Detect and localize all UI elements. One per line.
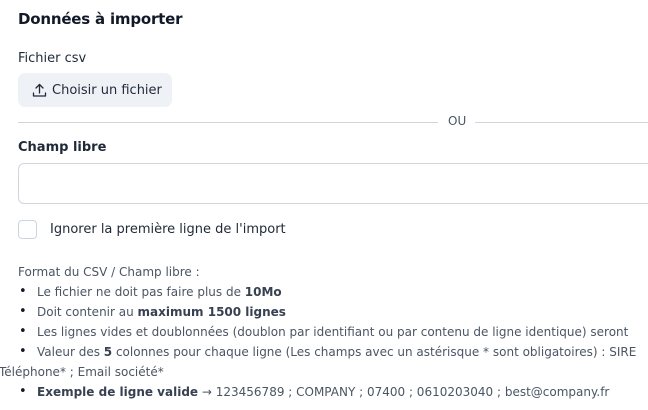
csv-format-help: Format du CSV / Champ libre : Le fichier… (0, 262, 648, 402)
divider-line-left (18, 122, 438, 123)
help-item-duplicates: Les lignes vides et doublonnées (doublon… (18, 322, 648, 342)
help-item-max-size: Le fichier ne doit pas faire plus de 10M… (18, 282, 648, 302)
ignore-first-line-label: Ignorer la première ligne de l'import (50, 222, 286, 237)
section-title: Données à importer (18, 10, 183, 28)
ignore-first-line-row[interactable]: Ignorer la première ligne de l'import (18, 220, 286, 239)
help-list: Le fichier ne doit pas faire plus de 10M… (0, 282, 648, 402)
ignore-first-line-checkbox[interactable] (18, 220, 37, 239)
divider-text: OU (448, 114, 467, 128)
divider-line-right (475, 122, 648, 123)
file-label: Fichier csv (18, 51, 87, 66)
upload-icon (32, 83, 47, 98)
free-field-input[interactable] (18, 163, 648, 204)
help-intro: Format du CSV / Champ libre : (18, 265, 200, 279)
or-divider: OU (18, 113, 648, 131)
help-item-columns: Valeur des 5 colonnes pour chaque ligne … (0, 342, 648, 382)
help-item-example: Exemple de ligne valide → 123456789 ; CO… (18, 382, 648, 402)
help-item-max-lines: Doit contenir au maximum 1500 lignes (18, 302, 648, 322)
choose-file-button[interactable]: Choisir un fichier (18, 73, 172, 107)
choose-file-label: Choisir un fichier (52, 82, 162, 98)
free-field-label: Champ libre (18, 140, 107, 155)
